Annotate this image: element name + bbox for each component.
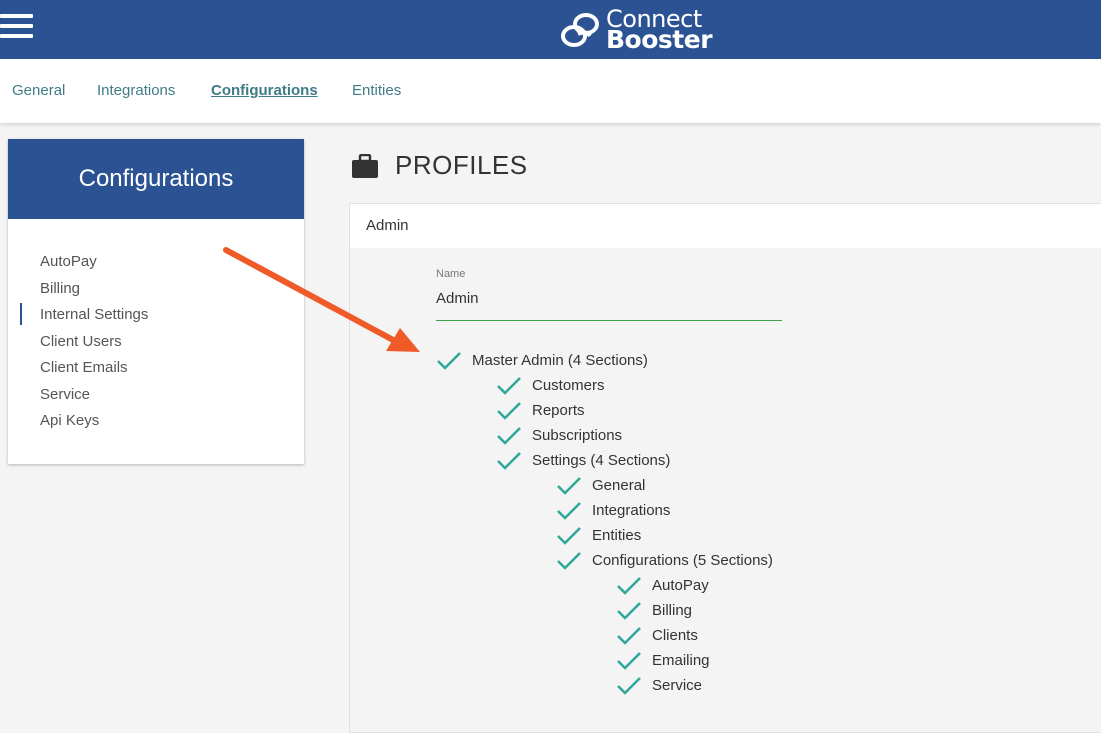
tab-entities[interactable]: Entities [352, 82, 401, 99]
permission-label: Entities [592, 527, 642, 544]
top-navbar: Connect Booster [0, 0, 1101, 59]
name-input[interactable] [436, 290, 782, 321]
check-icon [497, 427, 521, 445]
permission-label: Billing [652, 602, 693, 619]
check-icon [617, 627, 641, 645]
sidebar-item-autopay[interactable]: AutoPay [40, 253, 97, 270]
check-icon [617, 677, 641, 695]
check-icon [557, 527, 581, 545]
permission-label: Emailing [652, 652, 710, 669]
profile-card-header[interactable]: Admin [350, 204, 1101, 248]
permission-label: AutoPay [652, 577, 709, 594]
tab-general[interactable]: General [12, 82, 65, 99]
check-icon [617, 577, 641, 595]
permission-label: Integrations [592, 502, 671, 519]
logo-text-booster: Booster [606, 25, 713, 54]
active-item-indicator [20, 303, 22, 325]
sidebar-title: Configurations [8, 139, 304, 219]
permission-label: Subscriptions [532, 427, 623, 444]
permission-label: Clients [652, 627, 698, 644]
logo-mark-icon [561, 13, 599, 47]
check-icon [497, 377, 521, 395]
check-icon [497, 452, 521, 470]
tab-configurations[interactable]: Configurations [211, 82, 318, 99]
sidebar-item-internal-settings[interactable]: Internal Settings [40, 306, 148, 323]
check-icon [617, 652, 641, 670]
sidebar-item-client-emails[interactable]: Client Emails [40, 359, 128, 376]
check-icon [557, 552, 581, 570]
check-icon [557, 477, 581, 495]
permission-label: General [592, 477, 646, 494]
permission-label: Master Admin (4 Sections) [472, 352, 648, 369]
connectbooster-logo[interactable]: Connect Booster [560, 4, 720, 54]
sidebar-item-service[interactable]: Service [40, 386, 90, 403]
sidebar-item-billing[interactable]: Billing [40, 280, 80, 297]
permission-label: Settings (4 Sections) [532, 452, 671, 469]
check-icon [497, 402, 521, 420]
menu-icon[interactable] [0, 12, 34, 40]
check-icon [617, 602, 641, 620]
briefcase-icon [352, 154, 378, 178]
sidebar-item-client-users[interactable]: Client Users [40, 333, 122, 350]
name-field-label: Name [436, 268, 466, 280]
permission-label: Service [652, 677, 703, 694]
check-icon [557, 502, 581, 520]
permission-label: Configurations (5 Sections) [592, 552, 773, 569]
page-title-text: PROFILES [395, 150, 528, 180]
sidebar-item-api-keys[interactable]: Api Keys [40, 412, 99, 429]
permission-label: Customers [532, 377, 605, 394]
tab-integrations[interactable]: Integrations [97, 82, 175, 99]
settings-tabbar: General Integrations Configurations Enti… [0, 59, 1101, 123]
configurations-sidebar: Configurations AutoPay Billing Internal … [8, 139, 304, 464]
permission-label: Reports [532, 402, 585, 419]
profile-card: Admin Name Master Admin (4 Sections) Cus… [349, 203, 1101, 733]
check-icon [437, 352, 461, 370]
